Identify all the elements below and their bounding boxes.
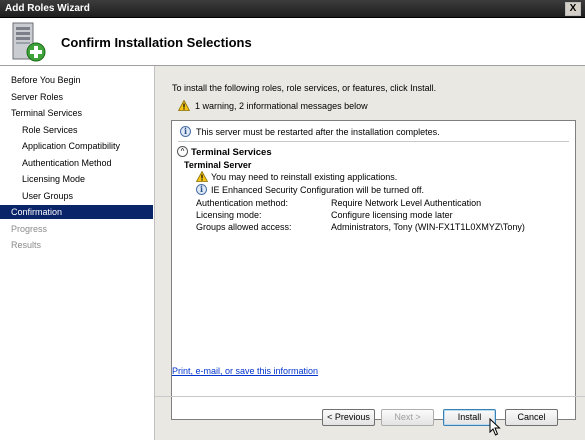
window-titlebar: Add Roles Wizard X [0,0,585,18]
sidebar-item-authentication-method[interactable]: Authentication Method [0,156,153,170]
info-icon: i [196,184,207,195]
detail-key-authentication: Authentication method: [196,198,289,208]
window-title: Add Roles Wizard [5,3,90,14]
summary-text: 1 warning, 2 informational messages belo… [195,101,368,111]
main-panel: To install the following roles, role ser… [155,66,585,440]
sidebar-item-user-groups[interactable]: User Groups [0,189,153,203]
detail-key-licensing: Licensing mode: [196,210,262,220]
sidebar-item-application-compatibility[interactable]: Application Compatibility [0,139,153,153]
section-title: Terminal Services [191,147,272,158]
button-bar: < Previous Next > Install Cancel [155,396,585,440]
collapse-icon[interactable]: ^ [177,146,188,157]
sidebar-item-terminal-services[interactable]: Terminal Services [0,106,153,120]
sidebar-item-confirmation[interactable]: Confirmation [0,205,153,219]
print-email-save-link[interactable]: Print, e-mail, or save this information [172,366,318,376]
restart-message: This server must be restarted after the … [196,127,440,137]
next-button: Next > [381,409,434,426]
divider [178,141,569,142]
sidebar-item-results: Results [11,240,42,250]
mouse-cursor-icon [489,418,501,436]
wizard-header: Confirm Installation Selections [0,18,585,66]
sidebar-item-licensing-mode[interactable]: Licensing Mode [0,172,153,186]
detail-value-groups: Administrators, Tony (WIN-FX1T1L0XMYZ\To… [331,222,525,232]
server-add-icon [12,22,46,62]
warning-icon [196,171,208,182]
detail-value-licensing: Configure licensing mode later [331,210,453,220]
sidebar-item-progress: Progress [11,224,48,234]
page-title: Confirm Installation Selections [61,35,252,50]
info-message: IE Enhanced Security Configuration will … [211,185,424,195]
wizard-steps-sidebar: Before You Begin Server Roles Terminal S… [0,66,155,440]
detail-key-groups: Groups allowed access: [196,222,292,232]
close-button[interactable]: X [565,2,581,16]
sidebar-item-before-you-begin[interactable]: Before You Begin [0,73,153,87]
intro-text: To install the following roles, role ser… [172,83,437,93]
previous-button[interactable]: < Previous [322,409,375,426]
sidebar-item-server-roles[interactable]: Server Roles [0,90,153,104]
detail-value-authentication: Require Network Level Authentication [331,198,482,208]
subsection-title: Terminal Server [184,160,252,170]
sidebar-item-role-services[interactable]: Role Services [0,123,153,137]
warning-message: You may need to reinstall existing appli… [211,172,398,182]
warning-icon [178,100,190,111]
cancel-button[interactable]: Cancel [505,409,558,426]
info-icon: i [180,126,191,137]
